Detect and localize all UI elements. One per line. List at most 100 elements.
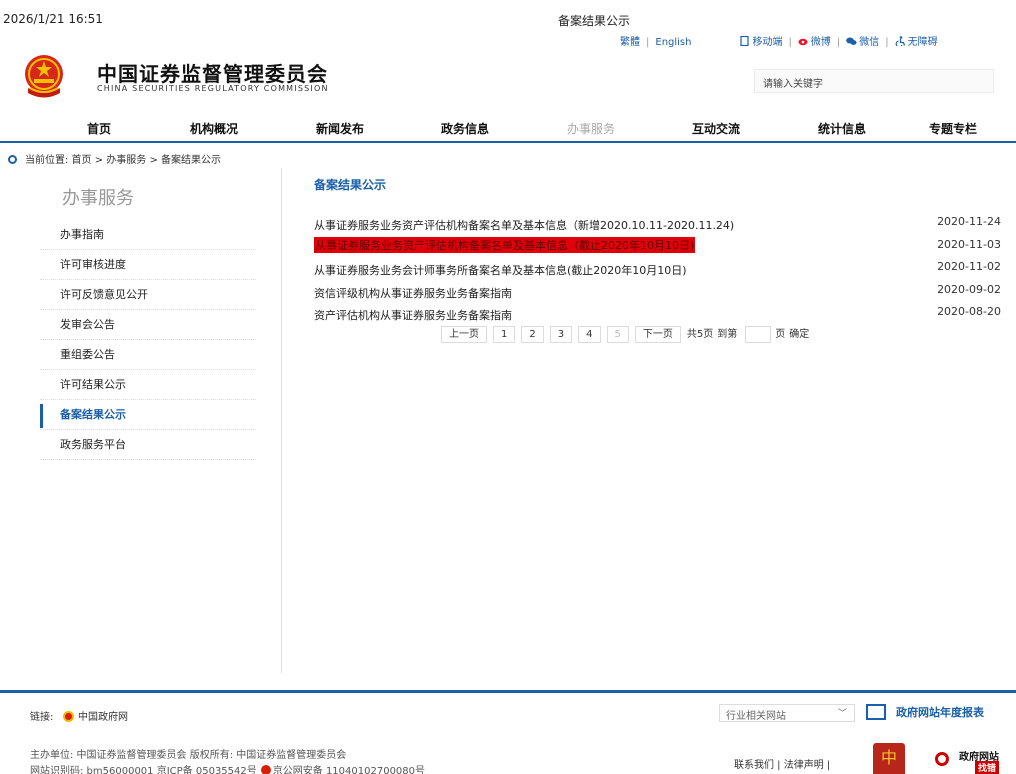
sidebar-item-review-progress[interactable]: 许可审核进度 — [40, 250, 256, 280]
sidebar-item-feedback-disclosure[interactable]: 许可反馈意见公开 — [40, 280, 256, 310]
prev-page-button[interactable]: 上一页 — [441, 326, 487, 343]
list-item-date: 2020-08-20 — [937, 305, 1001, 318]
main-nav: 首页 机构概况 新闻发布 政务信息 办事服务 互动交流 统计信息 专题专栏 — [0, 113, 1016, 143]
column-divider — [281, 168, 282, 673]
nav-item-news[interactable]: 新闻发布 — [316, 120, 364, 137]
print-datetime: 2026/1/21 16:51 — [3, 12, 103, 26]
english-link[interactable]: English — [655, 37, 691, 48]
national-emblem-logo[interactable] — [20, 52, 68, 100]
nav-item-about[interactable]: 机构概况 — [190, 120, 238, 137]
nav-item-government-info[interactable]: 政务信息 — [441, 120, 489, 137]
list-item[interactable]: 资产评估机构从事证券服务业务备案指南 2020-08-20 — [314, 303, 1004, 326]
list-item[interactable]: 资信评级机构从事证券服务业务备案指南 2020-09-02 — [314, 281, 1004, 304]
traditional-chinese-link[interactable]: 繁體 — [620, 33, 640, 48]
goto-label: 到第 — [717, 329, 738, 340]
weibo-icon — [798, 38, 808, 46]
print-header: 2026/1/21 16:51 备案结果公示 — [0, 12, 1016, 28]
nav-item-interaction[interactable]: 互动交流 — [692, 120, 740, 137]
sidebar-item-filing-results[interactable]: 备案结果公示 — [40, 400, 256, 430]
related-sites-select[interactable]: 行业相关网站 ﹀ — [719, 704, 855, 722]
mobile-label: 移动端 — [752, 37, 783, 48]
page-button-2[interactable]: 2 — [521, 326, 544, 343]
sidebar-item-restructuring-committee[interactable]: 重组委公告 — [40, 340, 256, 370]
weibo-link[interactable]: 微博 — [798, 33, 831, 48]
nav-item-services[interactable]: 办事服务 — [567, 120, 615, 137]
confirm-button[interactable]: 确定 — [789, 326, 809, 343]
pagination: 上一页 1 2 3 4 5 下一页 共5页 到第 页确定 — [441, 326, 813, 343]
list-item-title[interactable]: 从事证券服务业务会计师事务所备案名单及基本信息(截止2020年10月10日) — [314, 262, 687, 278]
sidebar-item-service-platform[interactable]: 政务服务平台 — [40, 430, 256, 460]
next-page-button[interactable]: 下一页 — [634, 326, 681, 343]
list-item-title[interactable]: 资信评级机构从事证券服务业务备案指南 — [314, 285, 512, 301]
breadcrumb: 当前位置: 首页 > 办事服务 > 备案结果公示 — [8, 151, 221, 166]
accessibility-label: 无障碍 — [907, 37, 938, 48]
results-list: 从事证券服务业务资产评估机构备案名单及基本信息（新增2020.10.11-202… — [314, 213, 1004, 326]
party-badge-icon[interactable]: 中 — [873, 743, 905, 774]
police-badge-icon — [260, 765, 271, 774]
list-item[interactable]: 从事证券服务业务会计师事务所备案名单及基本信息(截止2020年10月10日) 2… — [314, 258, 1004, 281]
mobile-link[interactable]: 移动端 — [739, 33, 782, 48]
police-record[interactable]: 京公网安备 11040102700080号 — [273, 766, 425, 774]
list-item-date: 2020-11-02 — [937, 260, 1001, 273]
chart-icon — [866, 704, 886, 720]
list-item-date: 2020-09-02 — [937, 282, 1001, 296]
page-unit-label: 页 — [775, 329, 786, 340]
nav-item-special-topics[interactable]: 专题专栏 — [929, 120, 977, 137]
list-item-date: 2020-11-24 — [937, 215, 1001, 228]
wechat-link[interactable]: 微信 — [846, 33, 879, 48]
accessibility-link[interactable]: 无障碍 — [895, 33, 938, 48]
page-number-input[interactable] — [745, 326, 772, 343]
nav-item-statistics[interactable]: 统计信息 — [818, 120, 866, 137]
print-page-title: 备案结果公示 — [558, 14, 631, 28]
sidebar-title: 办事服务 — [62, 188, 134, 209]
mobile-icon — [740, 36, 750, 46]
list-item-title[interactable]: 从事证券服务业务资产评估机构备案名单及基本信息（新增2020.10.11-202… — [314, 217, 734, 233]
total-pages: 共5页 — [686, 329, 714, 340]
wechat-label: 微信 — [859, 37, 880, 48]
annual-report-link[interactable]: 政府网站年度报表 — [866, 704, 984, 720]
nav-item-home[interactable]: 首页 — [87, 120, 111, 137]
wechat-icon — [846, 37, 857, 45]
search-input[interactable]: 请输入关键字 — [754, 69, 994, 93]
divider: | — [885, 37, 889, 48]
footer-contact-links[interactable]: 联系我们 | 法律声明 | — [734, 756, 830, 771]
footer-links: 链接: 中国政府网 行业相关网站 ﹀ 政府网站年度报表 — [30, 704, 1016, 724]
site-code[interactable]: 网站识别码: bm56000001 京ICP备 05035542号 — [30, 766, 257, 774]
list-item-title[interactable]: 从事证券服务业务资产评估机构备案名单及基本信息（截止2020年10月10日) — [314, 236, 696, 253]
sidebar-item-guide[interactable]: 办事指南 — [40, 220, 256, 250]
footer-divider — [0, 690, 1016, 693]
content-title: 备案结果公示 — [314, 178, 387, 192]
list-item-date: 2020-11-03 — [937, 237, 1001, 251]
sidebar-item-license-results[interactable]: 许可结果公示 — [40, 370, 256, 400]
footer-records: 网站识别码: bm56000001 京ICP备 05035542号 京公网安备 1… — [30, 762, 425, 774]
accessibility-icon — [895, 36, 905, 46]
main-content: 备案结果公示 从事证券服务业务资产评估机构备案名单及基本信息（新增2020.10… — [314, 176, 1004, 326]
divider: | — [788, 37, 792, 48]
related-sites-value: 行业相关网站 — [726, 711, 786, 722]
links-label: 链接: — [30, 712, 54, 723]
page-button-5[interactable]: 5 — [606, 326, 629, 343]
magnifier-icon — [935, 752, 949, 766]
location-pin-icon — [8, 155, 17, 164]
sidebar: 办事服务 办事指南 许可审核进度 许可反馈意见公开 发审会公告 重组委公告 许可… — [40, 170, 256, 460]
divider: | — [836, 37, 841, 48]
sidebar-item-issuance-committee[interactable]: 发审会公告 — [40, 310, 256, 340]
weibo-label: 微博 — [810, 37, 831, 48]
site-title-cn[interactable]: 中国证券监督管理委员会 — [97, 58, 328, 87]
chevron-down-icon: ﹀ — [837, 709, 847, 719]
footer-sponsor: 主办单位: 中国证券监督管理委员会 版权所有: 中国证券监督管理委员会 — [30, 750, 347, 761]
page-button-1[interactable]: 1 — [493, 326, 516, 343]
list-item[interactable]: 从事证券服务业务资产评估机构备案名单及基本信息（新增2020.10.11-202… — [314, 213, 1004, 236]
report-error-label: 找错 — [975, 761, 1000, 774]
list-item-highlighted[interactable]: 从事证券服务业务资产评估机构备案名单及基本信息（截止2020年10月10日) 2… — [314, 236, 1004, 259]
page-button-3[interactable]: 3 — [549, 326, 573, 343]
report-error-badge[interactable]: 政府网站 找错 — [933, 748, 1016, 774]
top-utility-links: 繁體 | English 移动端 | 微博 | 微信 | 无障碍 — [620, 33, 938, 48]
divider: | — [646, 37, 650, 48]
breadcrumb-text[interactable]: 当前位置: 首页 > 办事服务 > 备案结果公示 — [25, 155, 221, 166]
gov-emblem-icon — [63, 711, 74, 722]
page-button-4[interactable]: 4 — [578, 326, 601, 343]
list-item-title[interactable]: 资产评估机构从事证券服务业务备案指南 — [314, 307, 512, 323]
gov-portal-link[interactable]: 中国政府网 — [63, 708, 128, 723]
annual-report-label: 政府网站年度报表 — [896, 706, 984, 719]
